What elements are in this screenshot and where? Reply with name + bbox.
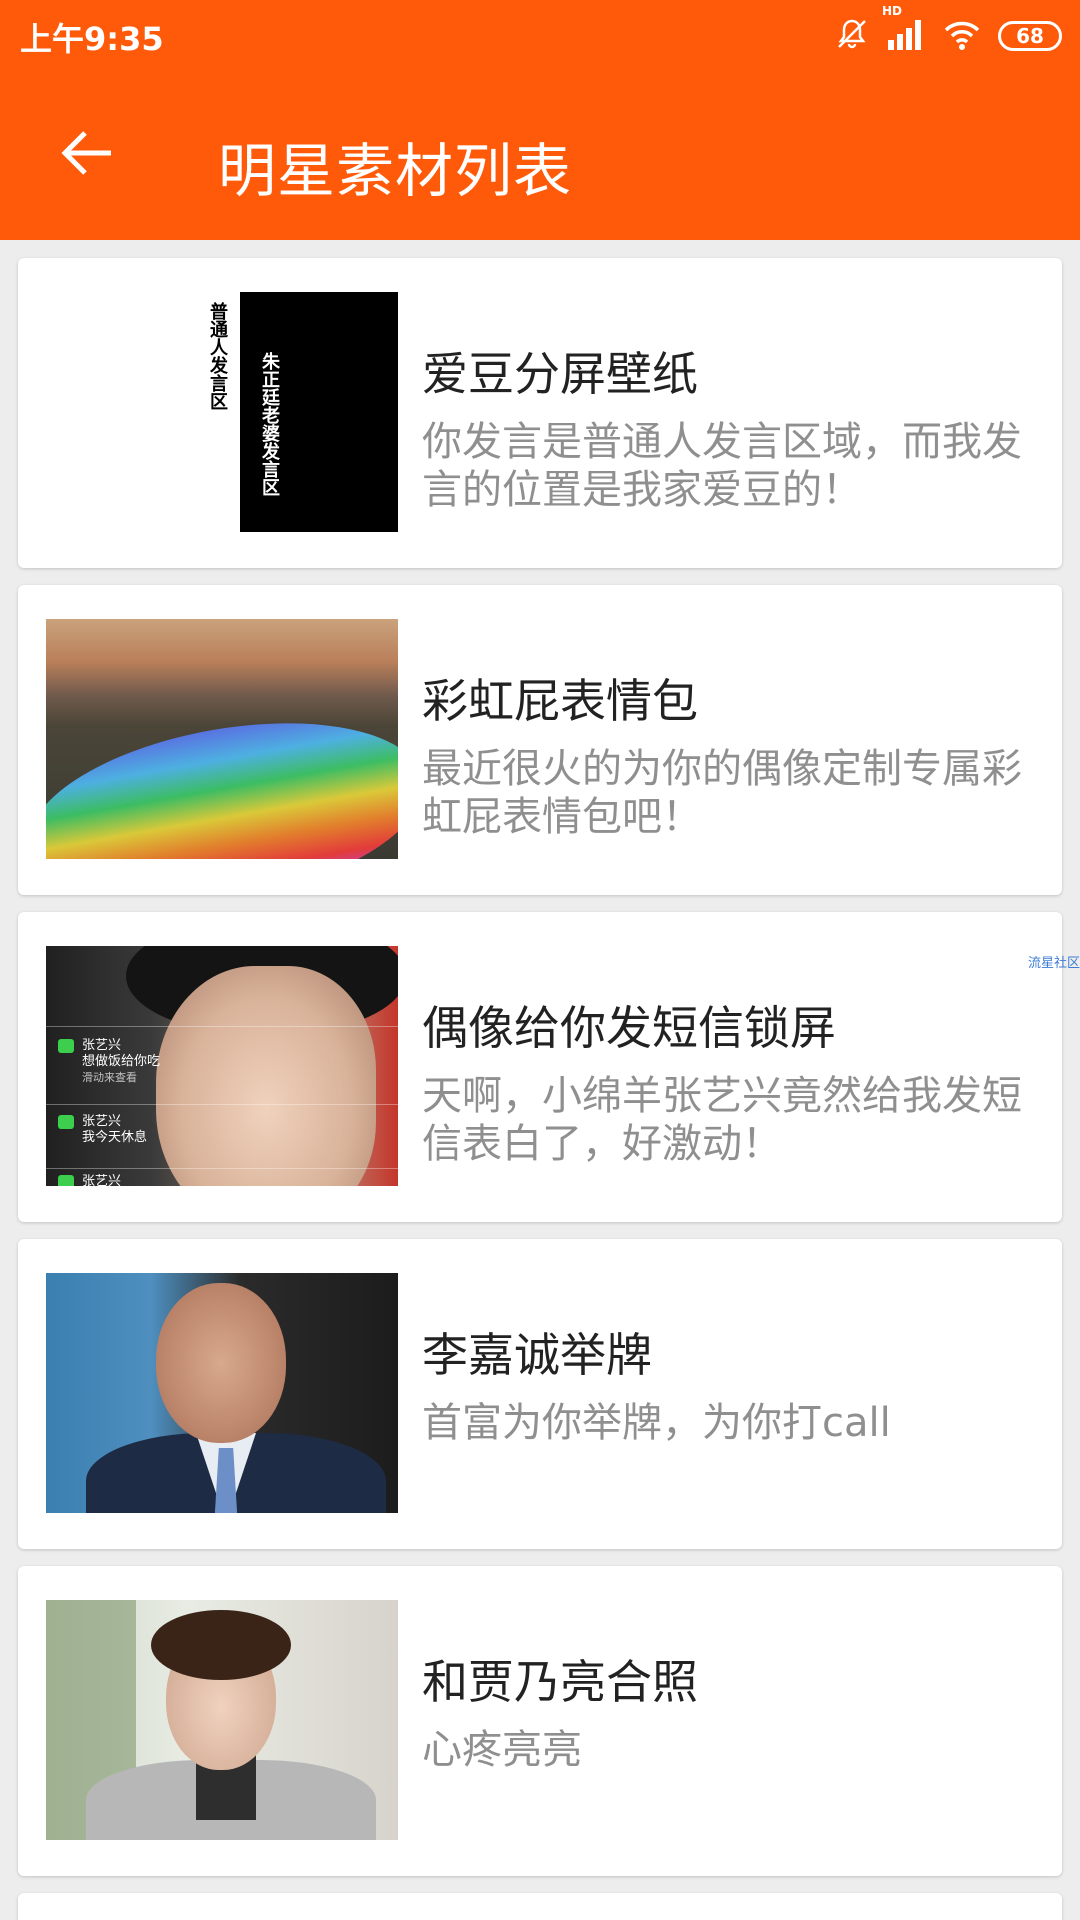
thumb-hair-shape [151, 1610, 291, 1680]
mute-bell-icon [834, 16, 870, 56]
item-description: 最近很火的为你的偶像定制专属彩虹屁表情包吧！ [422, 746, 1022, 840]
thumb-message-sender: 张艺兴 [82, 1174, 122, 1186]
item-description: 首富为你举牌，为你打call [422, 1400, 891, 1446]
rainbow-road-graphic [46, 695, 398, 859]
thumb-message: 张艺兴 [58, 1174, 188, 1186]
thumbnail-image: 张艺兴 想做饭给你吃 滑动来查看 张艺兴 我今天休息 张艺兴 [46, 946, 398, 1186]
list-item[interactable]: 李嘉诚举牌 首富为你举牌，为你打call [18, 1239, 1062, 1549]
battery-level: 68 [1016, 24, 1044, 48]
item-description: 你发言是普通人发言区域，而我发言的位置是我家爱豆的！ [422, 419, 1022, 513]
item-title: 李嘉诚举牌 [422, 1328, 652, 1382]
list-item[interactable]: 彩虹屁表情包 最近很火的为你的偶像定制专属彩虹屁表情包吧！ [18, 585, 1062, 895]
thumb-divider [46, 1104, 398, 1105]
watermark-label: 流星社区 [1027, 956, 1080, 971]
list-item[interactable] [18, 1893, 1062, 1920]
page-title: 明星素材列表 [218, 137, 573, 205]
thumb-head-shape [156, 1283, 286, 1443]
status-time: 上午9:35 [20, 20, 164, 58]
status-icons: HD 68 [834, 4, 1062, 56]
header: 上午9:35 HD 68 明星素材列表 [0, 0, 1080, 240]
thumb-left-text: 普通人发言区 [207, 302, 228, 410]
wifi-icon [942, 16, 982, 56]
item-title: 和贾乃亮合照 [422, 1655, 698, 1709]
thumb-message: 张艺兴 想做饭给你吃 滑动来查看 [58, 1038, 188, 1086]
list-item[interactable]: 普通人发言区 朱正廷老婆发言区 爱豆分屏壁纸 你发言是普通人发言区域，而我发言的… [18, 258, 1062, 568]
thumb-message-text: 想做饭给你吃 [82, 1054, 161, 1069]
item-title: 彩虹屁表情包 [422, 674, 698, 728]
thumb-message-text: 我今天休息 [82, 1130, 148, 1145]
battery-icon: 68 [998, 21, 1062, 51]
message-bubble-icon [58, 1174, 74, 1186]
item-description: 心疼亮亮 [422, 1727, 582, 1773]
hd-label: HD [882, 4, 903, 18]
thumb-face-shape [156, 966, 376, 1186]
message-bubble-icon [58, 1114, 74, 1129]
thumb-message-sender: 张艺兴 [82, 1038, 122, 1053]
thumbnail-image [46, 619, 398, 859]
thumb-right-text: 朱正廷老婆发言区 [259, 352, 280, 496]
message-bubble-icon [58, 1038, 74, 1053]
list-item[interactable]: 和贾乃亮合照 心疼亮亮 [18, 1566, 1062, 1876]
thumbnail-image [46, 1600, 398, 1840]
item-title: 爱豆分屏壁纸 [422, 347, 698, 401]
status-bar: 上午9:35 HD 68 [0, 0, 1080, 72]
signal-icon: HD [882, 4, 926, 56]
item-description: 天啊，小绵羊张艺兴竟然给我发短信表白了，好激动！ [422, 1073, 1022, 1167]
thumb-divider [46, 1168, 398, 1169]
arrow-left-icon [57, 123, 117, 187]
thumbnail-image: 普通人发言区 朱正廷老婆发言区 [46, 292, 398, 532]
item-title: 偶像给你发短信锁屏 [422, 1001, 836, 1055]
thumbnail-image [46, 1273, 398, 1513]
back-button[interactable] [52, 120, 122, 190]
thumb-divider [46, 1026, 398, 1027]
thumb-message-sender: 张艺兴 [82, 1114, 122, 1129]
thumb-black-panel: 朱正廷老婆发言区 [240, 292, 398, 532]
thumb-message: 张艺兴 我今天休息 [58, 1114, 188, 1146]
list-item[interactable]: 张艺兴 想做饭给你吃 滑动来查看 张艺兴 我今天休息 张艺兴 偶像给你发短信锁屏… [18, 912, 1062, 1222]
app-bar: 明星素材列表 [0, 72, 1080, 240]
thumb-message-sub: 滑动来查看 [82, 1071, 137, 1084]
